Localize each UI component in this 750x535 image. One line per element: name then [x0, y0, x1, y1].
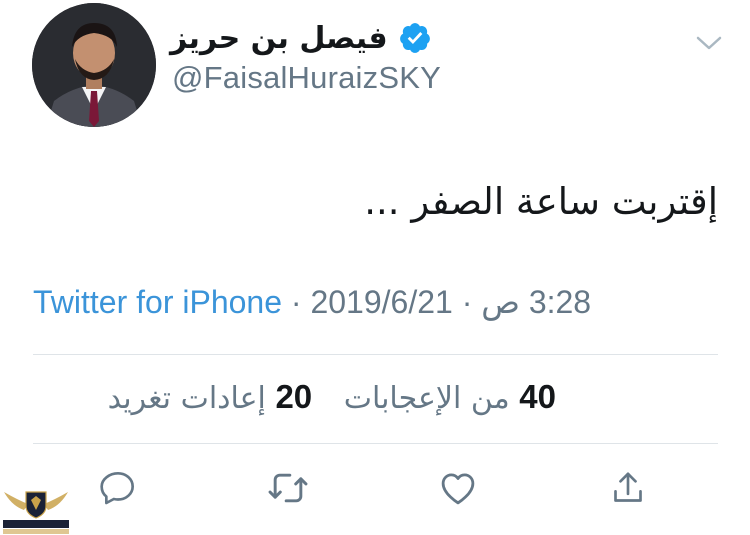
meta-separator: ·: [282, 284, 311, 320]
chevron-down-icon[interactable]: [692, 28, 726, 58]
share-icon: [614, 472, 642, 502]
likes-stat[interactable]: 40 من الإعجابات: [344, 378, 556, 416]
likes-count: 40: [519, 378, 556, 415]
retweets-count: 20: [275, 378, 313, 415]
watermark-logo: [3, 491, 69, 534]
avatar[interactable]: [32, 3, 156, 127]
like-button[interactable]: [436, 466, 480, 510]
tweet-stats: 40 من الإعجابات 20 إعادات تغريد: [108, 378, 556, 416]
tweet-time: 3:28 ص: [481, 284, 592, 320]
reply-icon: [100, 472, 135, 505]
reply-button[interactable]: [96, 466, 140, 510]
name-row: فيصل بن حريز: [170, 12, 432, 64]
tweet-source-link[interactable]: Twitter for iPhone: [33, 284, 282, 320]
share-button[interactable]: [606, 466, 650, 510]
tweet-card: فيصل بن حريز @FaisalHuraizSKY إقتربت ساع…: [0, 0, 750, 535]
divider: [33, 443, 718, 444]
tweet-date: 2019/6/21: [310, 284, 453, 320]
tweet-text: إقتربت ساعة الصفر ...: [364, 180, 718, 223]
user-handle[interactable]: @FaisalHuraizSKY: [172, 60, 441, 96]
divider: [33, 354, 718, 355]
display-name[interactable]: فيصل بن حريز: [170, 21, 388, 56]
retweet-button[interactable]: [266, 466, 310, 510]
likes-label: من الإعجابات: [343, 381, 510, 416]
verified-badge-icon: [399, 23, 430, 53]
avatar-photo: [32, 3, 156, 127]
retweets-label: إعادات تغريد: [107, 381, 266, 416]
heart-icon: [441, 473, 475, 505]
tweet-meta: Twitter for iPhone · 2019/6/21 · 3:28 ص: [33, 283, 591, 321]
retweet-icon: [268, 473, 308, 503]
meta-separator: ·: [452, 284, 482, 320]
retweets-stat[interactable]: 20 إعادات تغريد: [108, 378, 313, 416]
